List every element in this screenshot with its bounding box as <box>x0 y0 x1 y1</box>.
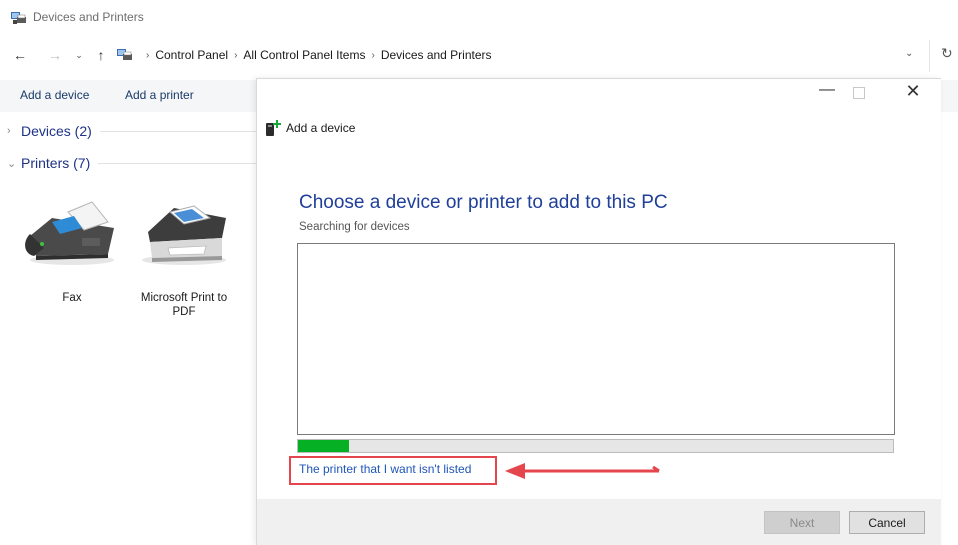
refresh-icon[interactable]: ↻ <box>941 45 953 62</box>
add-device-icon <box>266 120 281 136</box>
dialog-heading: Choose a device or printer to add to thi… <box>299 192 668 213</box>
breadcrumb-control-panel[interactable]: Control Panel <box>155 48 228 62</box>
group-divider <box>98 162 267 164</box>
close-icon[interactable]: ✕ <box>903 81 923 102</box>
breadcrumb-all-items[interactable]: All Control Panel Items <box>243 48 365 62</box>
chevron-right-icon: › <box>7 125 11 137</box>
group-devices[interactable]: › Devices (2) <box>7 123 267 139</box>
cancel-button[interactable]: Cancel <box>849 511 925 534</box>
breadcrumb-separator: › <box>371 49 375 61</box>
window-title: Devices and Printers <box>33 10 144 24</box>
devices-printers-icon <box>11 12 26 24</box>
device-tile-fax[interactable]: Fax <box>22 198 122 305</box>
device-tile-microsoft-print-to-pdf[interactable]: Microsoft Print to PDF <box>134 198 234 319</box>
up-arrow-icon[interactable]: ↑ <box>93 47 109 63</box>
control-panel-icon <box>117 49 132 60</box>
minimize-button[interactable]: — <box>812 81 842 99</box>
group-divider <box>99 130 267 132</box>
search-status: Searching for devices <box>299 221 410 233</box>
add-printer-command[interactable]: Add a printer <box>125 88 194 102</box>
group-printers-label: Printers (7) <box>21 155 91 171</box>
progress-fill <box>298 440 349 452</box>
device-label: Microsoft Print to PDF <box>140 292 228 318</box>
device-list[interactable] <box>297 243 895 435</box>
address-divider <box>929 40 930 72</box>
annotation-arrow-icon <box>505 463 660 479</box>
address-dropdown-chevron-icon[interactable]: ⌄ <box>905 48 913 59</box>
add-device-dialog: — ✕ Add a device Choose a device or prin… <box>256 78 941 545</box>
forward-arrow-icon[interactable]: → <box>47 47 63 63</box>
annotation-highlight-box <box>289 456 497 485</box>
printer-icon <box>142 205 226 265</box>
next-button[interactable]: Next <box>764 511 840 534</box>
add-device-command[interactable]: Add a device <box>20 88 89 102</box>
breadcrumb-separator: › <box>146 49 150 61</box>
breadcrumb-devices-printers[interactable]: Devices and Printers <box>381 48 492 62</box>
chevron-down-icon: ⌄ <box>7 157 17 170</box>
group-printers[interactable]: ⌄ Printers (7) <box>7 155 267 171</box>
recent-locations-chevron-icon[interactable]: ⌄ <box>71 47 87 63</box>
fax-icon <box>25 201 114 265</box>
maximize-button[interactable] <box>853 87 865 99</box>
dialog-footer: Next Cancel <box>257 499 941 545</box>
breadcrumb: › Control Panel › All Control Panel Item… <box>140 48 492 62</box>
breadcrumb-separator: › <box>234 49 238 61</box>
search-progress-bar <box>297 439 894 453</box>
device-label: Fax <box>62 292 82 304</box>
dialog-title: Add a device <box>286 121 356 135</box>
back-arrow-icon[interactable]: ← <box>12 47 28 63</box>
group-devices-label: Devices (2) <box>21 123 92 139</box>
